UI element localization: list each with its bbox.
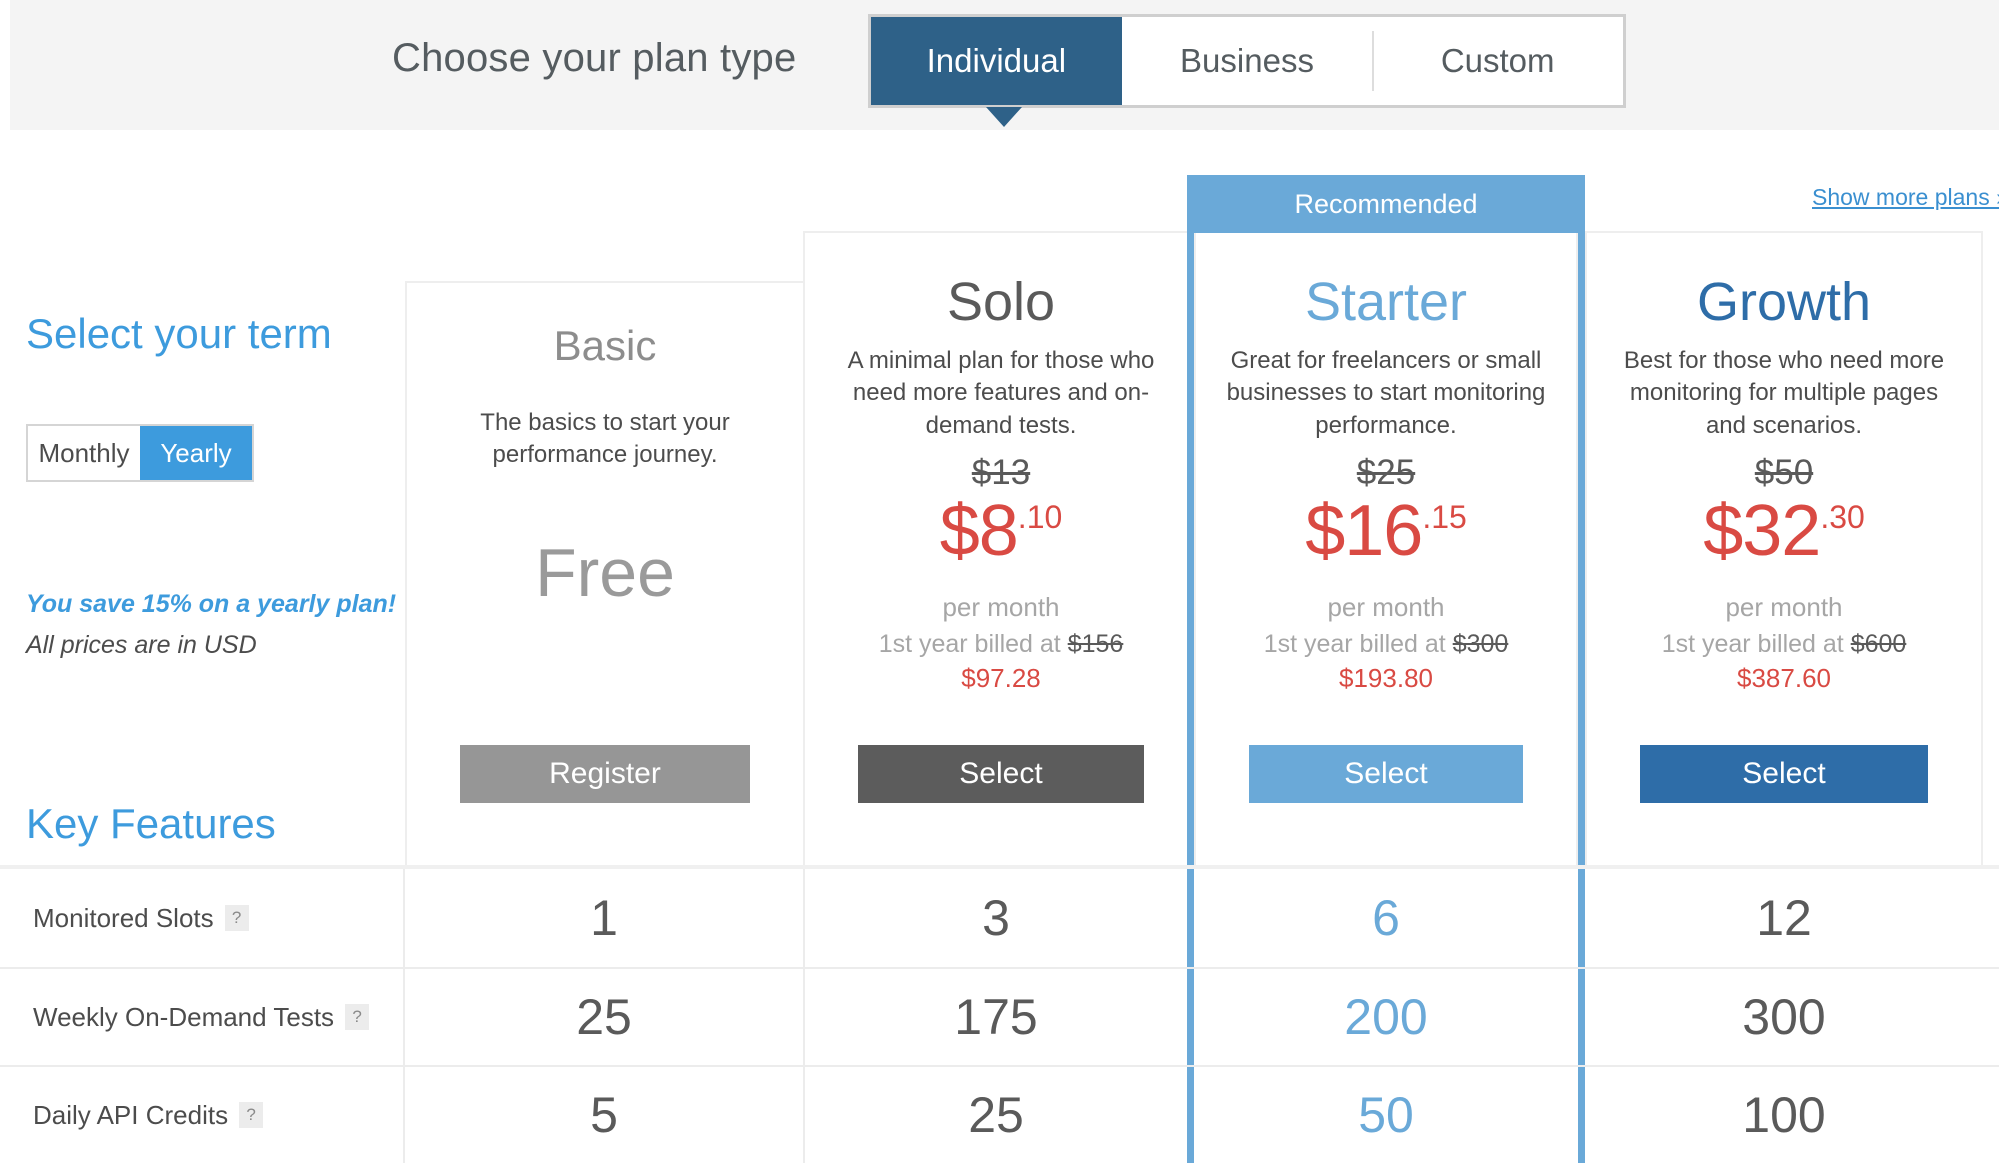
feature-value-growth: 12 (1756, 890, 1812, 946)
plan-price-whole-starter: 16 (1344, 491, 1423, 571)
feature-label-text: Weekly On-Demand Tests (33, 1001, 335, 1032)
plan-description-solo: A minimal plan for those who need more f… (847, 347, 1155, 439)
plan-original-price-starter: $25 (1356, 453, 1416, 492)
plan-price-currency-starter: $ (1305, 491, 1345, 571)
feature-label-monitored-slots: Monitored Slots ? (0, 869, 405, 967)
plan-price-whole-growth: 32 (1742, 491, 1821, 571)
feature-label-text: Daily API Credits (33, 1099, 229, 1130)
plan-card-growth[interactable]: Growth Best for those who need more moni… (1585, 231, 1983, 865)
plan-billed-prefix-growth: 1st year billed at (1661, 630, 1851, 658)
plan-billed-original-solo: $156 (1067, 630, 1124, 658)
plan-billed-total-starter: $193.80 (1339, 663, 1433, 693)
plan-price-starter: $ 16 .15 (1196, 495, 1576, 567)
plan-billed-line-solo: 1st year billed at $156 (815, 630, 1187, 659)
plan-price-solo: $ 8 .10 (805, 495, 1197, 567)
feature-value-solo: 175 (954, 989, 1038, 1045)
select-button-starter[interactable]: Select (1249, 745, 1523, 803)
table-row: Weekly On-Demand Tests ? 25 175 200 300 (0, 967, 1999, 1065)
plan-billed-total-growth: $387.60 (1737, 663, 1831, 693)
feature-value-basic: 1 (405, 869, 805, 967)
feature-value-basic: 5 (405, 1067, 805, 1163)
feature-value-growth: 100 (1742, 1087, 1826, 1143)
plan-price-cents-solo: .10 (1017, 499, 1063, 535)
help-icon[interactable]: ? (345, 1004, 370, 1030)
help-icon[interactable]: ? (224, 905, 249, 931)
recommended-badge: Recommended (1194, 175, 1578, 233)
plan-period-growth: per month (1725, 592, 1843, 622)
feature-value-starter: 50 (1187, 1067, 1585, 1163)
plan-description-basic: The basics to start your performance jou… (480, 409, 730, 469)
plan-price-basic: Free (535, 535, 675, 611)
plan-card-starter[interactable]: Recommended Starter Great for freelancer… (1187, 175, 1585, 865)
plan-billed-prefix-starter: 1st year billed at (1263, 630, 1453, 658)
plan-name-basic: Basic (553, 322, 657, 369)
plan-name-starter: Starter (1304, 272, 1468, 332)
plan-card-solo[interactable]: Solo A minimal plan for those who need m… (803, 231, 1199, 865)
feature-label-text: Monitored Slots (33, 902, 214, 933)
feature-label-daily-api-credits: Daily API Credits ? (0, 1067, 405, 1163)
feature-value-solo: 3 (982, 890, 1010, 946)
help-icon[interactable]: ? (239, 1102, 264, 1128)
plan-billed-prefix-solo: 1st year billed at (878, 630, 1068, 658)
feature-label-weekly-on-demand-tests: Weekly On-Demand Tests ? (0, 969, 405, 1065)
plan-price-growth: $ 32 .30 (1587, 495, 1981, 567)
plan-name-solo: Solo (946, 272, 1056, 332)
plan-billed-line-growth: 1st year billed at $600 (1597, 630, 1971, 659)
feature-value-solo: 25 (968, 1087, 1024, 1143)
plan-original-price-growth: $50 (1754, 453, 1814, 492)
feature-value-starter: 6 (1187, 869, 1585, 967)
plan-price-cents-growth: .30 (1820, 499, 1865, 535)
plan-price-currency-solo: $ (939, 491, 980, 571)
plan-price-whole-solo: 8 (978, 491, 1019, 571)
plan-price-cents-starter: .15 (1422, 499, 1467, 535)
plan-original-price-solo: $13 (971, 453, 1031, 492)
select-button-solo[interactable]: Select (858, 745, 1144, 803)
plan-period-solo: per month (942, 592, 1060, 622)
table-row: Daily API Credits ? 5 25 50 100 (0, 1065, 1999, 1163)
plan-billed-original-growth: $600 (1850, 630, 1907, 658)
feature-value-growth: 300 (1742, 989, 1826, 1045)
plan-price-currency-growth: $ (1703, 491, 1743, 571)
feature-value-basic: 25 (405, 969, 805, 1065)
plan-name-growth: Growth (1696, 272, 1872, 332)
plan-billed-original-starter: $300 (1452, 630, 1509, 658)
plan-billed-total-solo: $97.28 (961, 663, 1041, 693)
feature-comparison-table: Monitored Slots ? 1 3 6 12 Weekly On-Dem… (0, 865, 1999, 1163)
select-button-growth[interactable]: Select (1640, 745, 1928, 803)
plan-description-growth: Best for those who need more monitoring … (1623, 347, 1945, 439)
feature-value-starter: 200 (1187, 969, 1585, 1065)
plan-description-starter: Great for freelancers or small businesse… (1226, 347, 1546, 439)
plan-billed-line-starter: 1st year billed at $300 (1206, 630, 1566, 659)
plan-card-basic[interactable]: Basic The basics to start your performan… (405, 281, 805, 865)
table-row: Monitored Slots ? 1 3 6 12 (0, 869, 1999, 967)
plan-period-starter: per month (1327, 592, 1445, 622)
register-button-basic[interactable]: Register (460, 745, 750, 803)
